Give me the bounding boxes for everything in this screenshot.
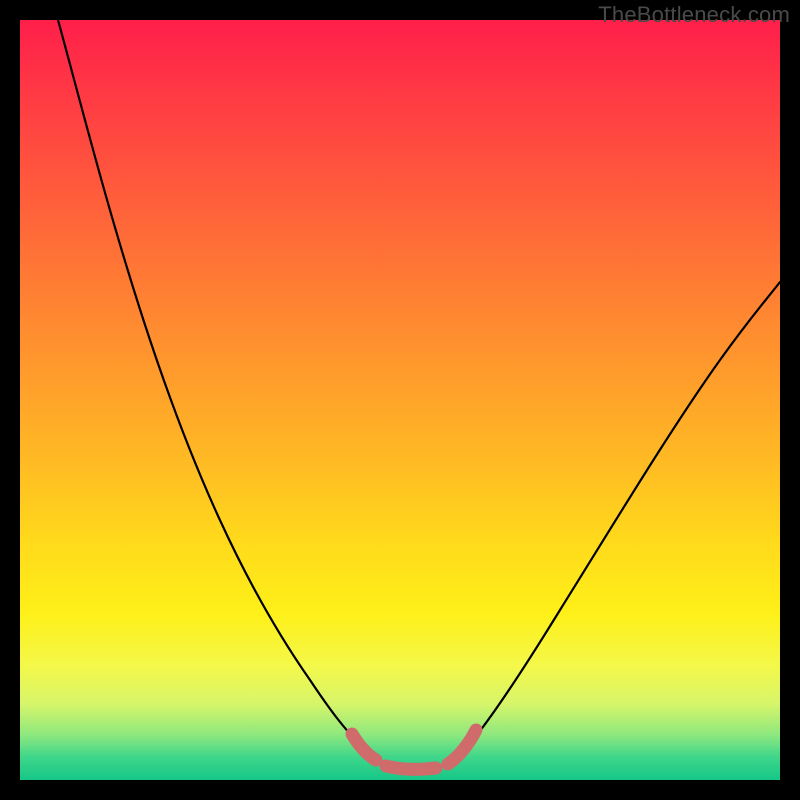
gradient-plot-area: [20, 20, 780, 780]
left-curve: [58, 20, 360, 744]
right-curve: [468, 282, 780, 746]
valley-highlight-bottom: [386, 766, 436, 769]
watermark-text: TheBottleneck.com: [598, 2, 790, 28]
curve-overlay: [20, 20, 780, 780]
valley-highlight-left: [352, 734, 376, 760]
valley-highlight-right: [448, 730, 476, 764]
chart-frame: TheBottleneck.com: [0, 0, 800, 800]
